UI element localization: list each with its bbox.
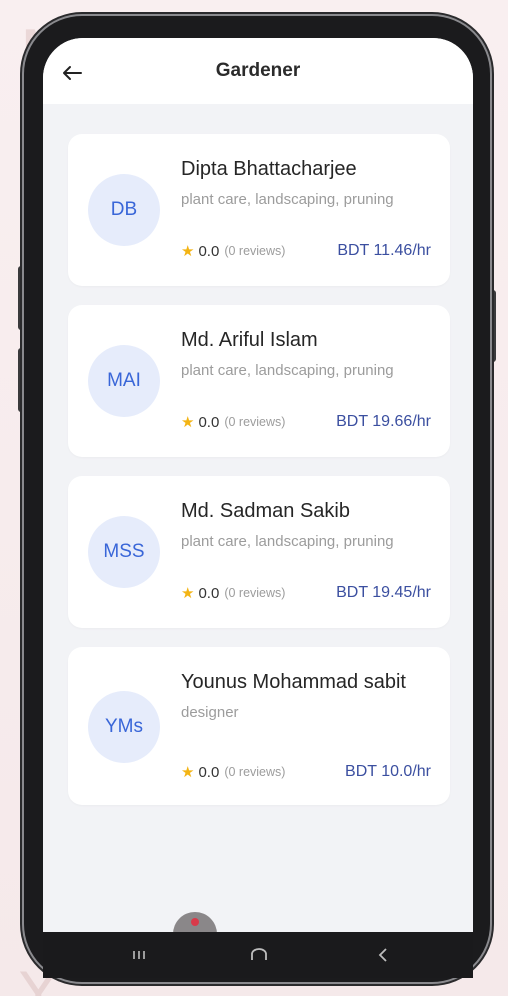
star-icon: ★ xyxy=(181,414,195,431)
worker-meta: ★ 0.0 (0 reviews) BDT 11.46/hr xyxy=(181,242,431,260)
worker-name: Md. Ariful Islam xyxy=(181,329,318,351)
worker-info: Md. Sadman Sakib plant care, landscaping… xyxy=(181,496,431,553)
worker-meta: ★ 0.0 (0 reviews) BDT 19.45/hr xyxy=(181,584,431,602)
rating-value: 0.0 xyxy=(198,413,220,431)
worker-name: Md. Sadman Sakib xyxy=(181,500,350,522)
app-bar: Gardener xyxy=(43,38,473,104)
rating-value: 0.0 xyxy=(198,242,220,260)
home-icon xyxy=(251,948,267,960)
worker-name: Younus Mohammad sabit xyxy=(181,671,406,693)
review-count: (0 reviews) xyxy=(224,765,286,779)
worker-card[interactable]: YMs Younus Mohammad sabit designer ★ 0.0… xyxy=(68,647,450,805)
avatar: YMs xyxy=(88,691,160,763)
worker-skills: designer xyxy=(181,704,239,721)
nav-back-button[interactable] xyxy=(363,942,403,968)
review-count: (0 reviews) xyxy=(224,415,286,429)
background-stage: M Y Gardener DB Dipta Bhattacharjee plan… xyxy=(0,0,508,996)
worker-skills: plant care, landscaping, pruning xyxy=(181,362,394,379)
worker-meta: ★ 0.0 (0 reviews) BDT 10.0/hr xyxy=(181,763,431,781)
avatar: MSS xyxy=(88,516,160,588)
rating-value: 0.0 xyxy=(198,763,220,781)
worker-skills: plant care, landscaping, pruning xyxy=(181,533,394,550)
star-icon: ★ xyxy=(181,764,195,781)
worker-card[interactable]: MSS Md. Sadman Sakib plant care, landsca… xyxy=(68,476,450,628)
avatar: MAI xyxy=(88,345,160,417)
worker-card[interactable]: DB Dipta Bhattacharjee plant care, lands… xyxy=(68,134,450,286)
review-count: (0 reviews) xyxy=(224,244,286,258)
worker-card[interactable]: MAI Md. Ariful Islam plant care, landsca… xyxy=(68,305,450,457)
hourly-rate: BDT 11.46/hr xyxy=(337,242,431,259)
recents-icon xyxy=(133,951,145,959)
worker-name: Dipta Bhattacharjee xyxy=(181,158,357,180)
notification-dot xyxy=(191,918,199,926)
hourly-rate: BDT 19.45/hr xyxy=(336,584,431,601)
hourly-rate: BDT 10.0/hr xyxy=(345,763,431,780)
worker-meta: ★ 0.0 (0 reviews) BDT 19.66/hr xyxy=(181,413,431,431)
worker-info: Md. Ariful Islam plant care, landscaping… xyxy=(181,325,431,382)
home-button[interactable] xyxy=(239,942,279,968)
star-icon: ★ xyxy=(181,243,195,260)
worker-list: DB Dipta Bhattacharjee plant care, lands… xyxy=(68,134,450,824)
system-nav-bar xyxy=(43,932,473,978)
back-chevron-icon xyxy=(378,948,387,962)
app-screen: Gardener DB Dipta Bhattacharjee plant ca… xyxy=(43,38,473,958)
review-count: (0 reviews) xyxy=(224,586,286,600)
avatar: DB xyxy=(88,174,160,246)
power-button xyxy=(489,290,496,362)
worker-skills: plant care, landscaping, pruning xyxy=(181,191,394,208)
worker-info: Dipta Bhattacharjee plant care, landscap… xyxy=(181,154,431,211)
worker-info: Younus Mohammad sabit designer xyxy=(181,667,431,724)
recents-button[interactable] xyxy=(119,942,159,968)
hourly-rate: BDT 19.66/hr xyxy=(336,413,431,430)
rating-value: 0.0 xyxy=(198,584,220,602)
page-title: Gardener xyxy=(215,60,301,81)
star-icon: ★ xyxy=(181,585,195,602)
